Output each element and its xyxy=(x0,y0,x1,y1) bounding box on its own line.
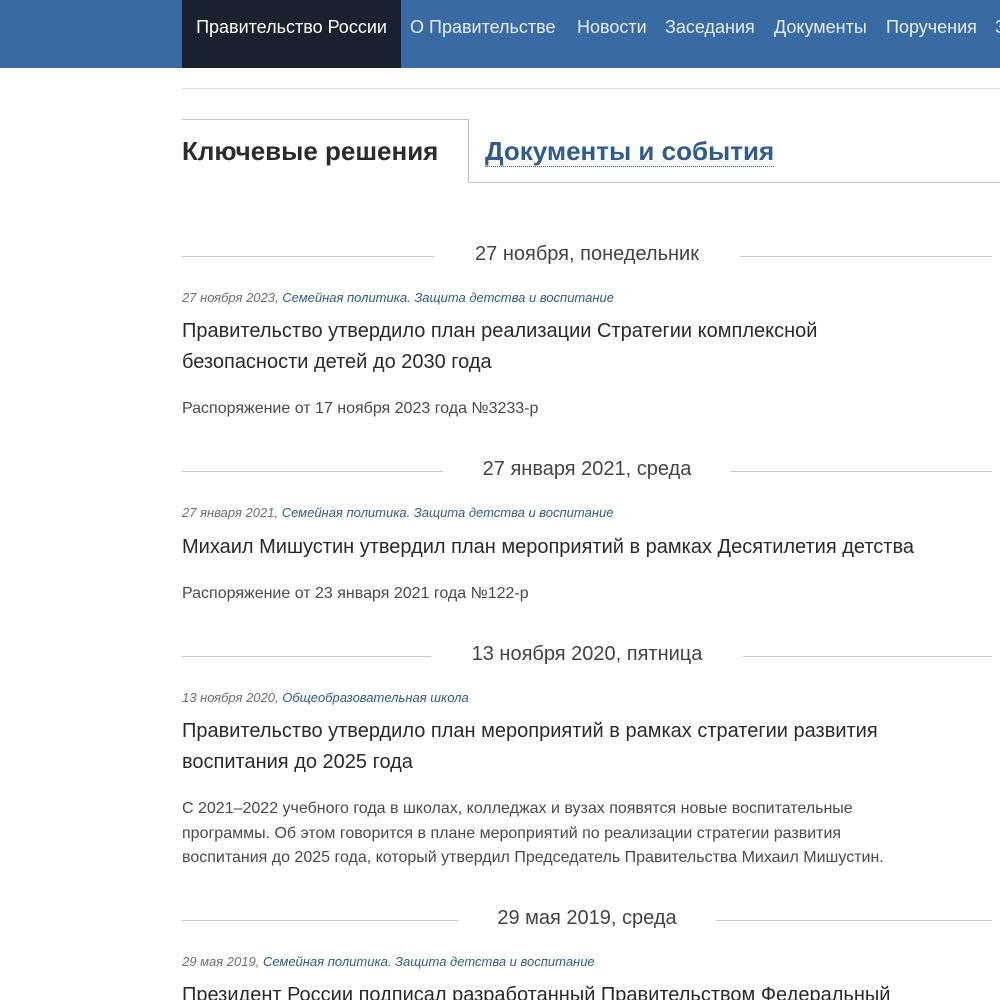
article-meta: 27 января 2021, Семейная политика. Защит… xyxy=(182,505,613,520)
date-separator-label: 29 мая 2019, среда xyxy=(497,907,677,929)
date-separator: 13 ноября 2020, пятница xyxy=(182,643,992,671)
nav-item-orders[interactable]: Поручения xyxy=(886,0,977,68)
divider xyxy=(182,88,1000,89)
article-document: Распоряжение от 17 ноября 2023 года №323… xyxy=(182,400,539,417)
article-lead-line: С 2021–2022 учебного года в школах, колл… xyxy=(182,800,853,817)
article-tag-link[interactable]: Общеобразовательная школа xyxy=(282,690,468,705)
article-tag-link[interactable]: Семейная политика. Защита детства и восп… xyxy=(282,290,614,305)
article-title-line: воспитания до 2025 года xyxy=(182,751,413,773)
article-date: 29 мая 2019, xyxy=(182,954,260,969)
article-meta: 13 ноября 2020, Общеобразовательная школ… xyxy=(182,690,469,705)
nav-item-overflow[interactable]: З xyxy=(995,0,1000,68)
date-separator: 27 ноября, понедельник xyxy=(182,243,992,271)
article-meta: 29 мая 2019, Семейная политика. Защита д… xyxy=(182,954,595,969)
article-title-line: Михаил Мишустин утвердил план мероприяти… xyxy=(182,536,914,558)
date-separator-label: 27 ноября, понедельник xyxy=(475,243,699,265)
date-separator: 29 мая 2019, среда xyxy=(182,907,992,935)
article-title-line: Президент России подписал разработанный … xyxy=(182,984,891,1000)
article-lead-line: воспитания до 2025 года, который утверди… xyxy=(182,849,884,866)
nav-item-meetings[interactable]: Заседания xyxy=(665,0,755,68)
date-separator: 27 января 2021, среда xyxy=(182,458,992,486)
article-title-line: безопасности детей до 2030 года xyxy=(182,351,492,373)
tab-documents-events[interactable]: Документы и события xyxy=(485,136,775,167)
nav-home-link[interactable]: Правительство России xyxy=(182,0,401,68)
date-separator-label: 27 января 2021, среда xyxy=(482,458,692,480)
article-document: Распоряжение от 23 января 2021 года №122… xyxy=(182,585,529,602)
article-meta: 27 ноября 2023, Семейная политика. Защит… xyxy=(182,290,614,305)
article-title-line: Правительство утвердило план реализации … xyxy=(182,320,818,342)
article-lead-line: программы. Об этом говорится в плане мер… xyxy=(182,824,842,842)
article-tag-link[interactable]: Семейная политика. Защита детства и восп… xyxy=(282,505,614,520)
article-date: 27 января 2021, xyxy=(182,505,279,520)
top-navigation: Правительство России О Правительстве Нов… xyxy=(0,0,1000,68)
article-title-link[interactable]: Президент России подписал разработанный … xyxy=(182,980,972,1000)
article-title-link[interactable]: Правительство утвердило план мероприятий… xyxy=(182,716,972,778)
nav-item-news[interactable]: Новости xyxy=(577,0,647,68)
nav-item-documents[interactable]: Документы xyxy=(774,0,867,68)
tab-divider xyxy=(468,182,1000,183)
article-date: 27 ноября 2023, xyxy=(182,290,279,305)
article-tag-link[interactable]: Семейная политика. Защита детства и восп… xyxy=(263,954,595,969)
article-title-link[interactable]: Михаил Мишустин утвердил план мероприяти… xyxy=(182,532,972,563)
date-separator-label: 13 ноября 2020, пятница xyxy=(471,643,703,665)
nav-item-about[interactable]: О Правительстве xyxy=(410,0,556,68)
article-lead: С 2021–2022 учебного года в школах, колл… xyxy=(182,797,972,871)
article-title-link[interactable]: Правительство утвердило план реализации … xyxy=(182,316,972,378)
tab-key-decisions-label: Ключевые решения xyxy=(182,136,439,166)
article-date: 13 ноября 2020, xyxy=(182,690,279,705)
article-title-line: Правительство утвердило план мероприятий… xyxy=(182,720,878,742)
